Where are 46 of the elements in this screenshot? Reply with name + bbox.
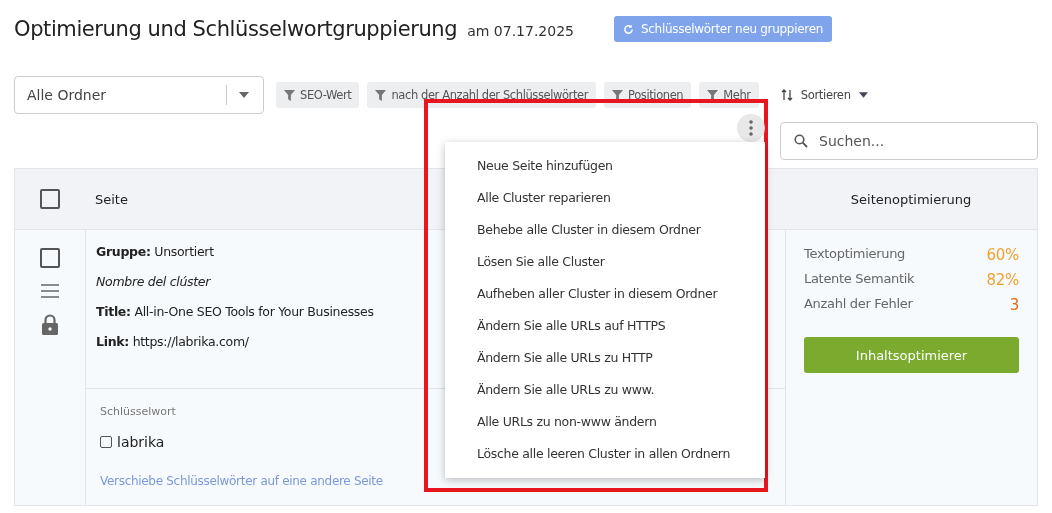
page-info-text: Link: https://labrika.com/ [96,334,250,349]
date-label: am 07.17.2025 [467,23,574,39]
metric-label: Textoptimierung [804,246,906,263]
page-info-text: Gruppe: Unsortiert [96,244,215,259]
checkbox[interactable] [40,248,60,268]
page-info-text: Nombre del clúster [96,274,212,289]
filter-button[interactable]: SEO-Wert [276,82,360,108]
sort-button[interactable]: Sortieren [774,87,874,103]
metric-label: Anzahl der Fehler [804,296,913,313]
page-title: Optimierung und Schlüsselwortgruppierung [14,17,458,41]
page-info-text: Title: All-in-One SEO Tools for Your Businesses [96,304,375,319]
caret-icon [858,92,868,98]
menu-item[interactable]: Lösche alle leeren Cluster in allen Ordnern [445,438,765,470]
sort-icon [780,89,793,101]
metric-value: 60% [986,246,1019,264]
filter-icon [284,89,295,101]
metric-value: 3 [1009,296,1019,314]
menu-item[interactable]: Ändern Sie alle URLs auf HTTPS [445,310,765,342]
column-label: Schlüsselwort [100,405,177,418]
more-options-button[interactable] [737,114,765,142]
metric-label: Latente Semantik [804,271,915,288]
filter-icon [612,89,624,101]
caret-icon [239,92,249,98]
menu-item[interactable]: Ändern Sie alle URLs zu www. [445,374,765,406]
keyword-checkbox[interactable] [100,436,112,448]
more-icon [749,120,753,136]
menu-item[interactable]: Behebe alle Cluster in diesem Ordner [445,214,765,246]
column-header: Seitenoptimierung [850,191,972,207]
column-header: Seite [95,191,128,207]
refresh-icon [623,23,634,35]
metric-value: 82% [986,271,1019,289]
menu-item[interactable]: Alle URLs zu non-www ändern [445,406,765,438]
filter-icon [375,89,387,101]
filter-icon [707,89,719,101]
keyword-label: labrika [117,434,165,450]
menu-item[interactable]: Ändern Sie alle URLs zu HTTP [445,342,765,374]
menu-icon[interactable] [40,284,60,298]
lock-icon[interactable] [41,314,59,335]
menu-item[interactable]: Alle Cluster reparieren [445,182,765,214]
folder-select[interactable]: Alle Ordner [14,76,264,114]
menu-item[interactable]: Lösen Sie alle Cluster [445,246,765,278]
search-field[interactable]: Suchen... [780,122,1038,160]
search-icon [794,134,808,148]
checkbox[interactable] [40,189,60,209]
menu-item[interactable]: Neue Seite hinzufügen [445,150,765,182]
menu-item[interactable]: Aufheben aller Cluster in diesem Ordner [445,278,765,310]
